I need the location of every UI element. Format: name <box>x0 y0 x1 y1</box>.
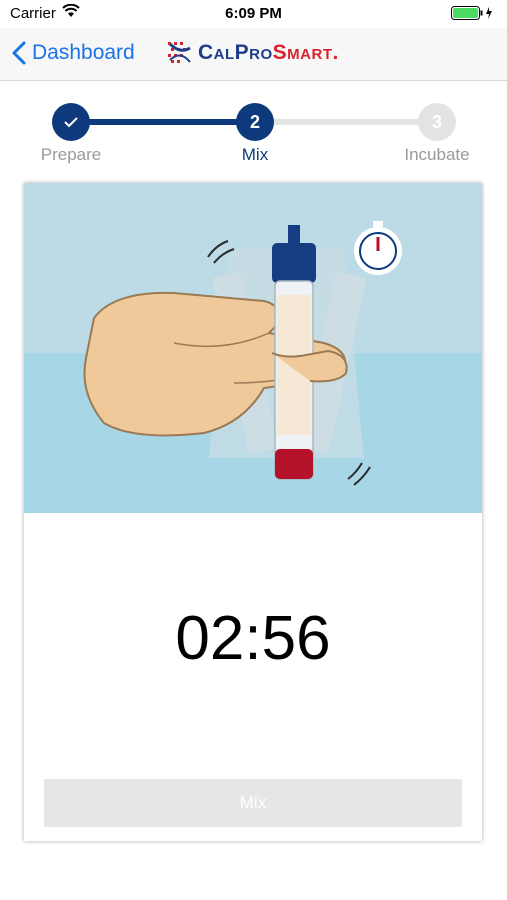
test-tube-illustration <box>272 225 316 480</box>
calprosmart-logo: CalProSmart. <box>166 40 339 66</box>
navigation-bar: Dashboard CalProSmart. <box>0 28 507 81</box>
step-3-label: Incubate <box>404 145 470 164</box>
step-1-indicator <box>52 103 90 141</box>
instruction-card: 02:56 Mix <box>24 183 482 841</box>
status-bar: Carrier 6:09 PM <box>0 0 507 28</box>
step-3-number: 3 <box>431 111 442 132</box>
battery-icon <box>451 6 495 24</box>
logo-calpro-text: CalPro <box>198 41 273 64</box>
step-3-indicator: 3 <box>418 103 456 141</box>
step-progress: 2 3 Prepare Mix Incubate <box>0 100 507 170</box>
step-2-indicator: 2 <box>236 103 274 141</box>
clock: 6:09 PM <box>225 5 282 22</box>
logo-mark-icon <box>168 42 191 63</box>
step-2-label: Mix <box>241 145 269 164</box>
step-1-label: Prepare <box>40 145 102 164</box>
back-button-label: Dashboard <box>32 41 135 64</box>
chevron-left-icon <box>12 41 26 65</box>
back-button[interactable]: Dashboard <box>12 38 135 68</box>
logo-smart-text: Smart. <box>272 41 339 64</box>
step-connector-2 <box>255 119 437 125</box>
checkmark-icon <box>64 117 78 128</box>
mix-button[interactable]: Mix <box>44 779 462 827</box>
mixing-illustration <box>24 183 482 513</box>
step-2-number: 2 <box>249 111 260 132</box>
countdown-timer: 02:56 <box>175 604 331 673</box>
step-connector-1 <box>70 119 255 125</box>
